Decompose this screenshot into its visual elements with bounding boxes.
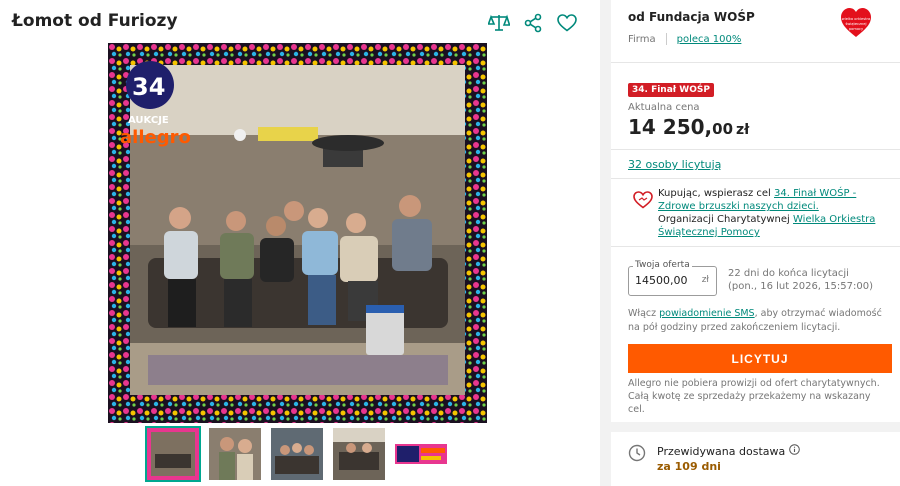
time-left: 22 dni do końca licytacji (pon., 16 lut … bbox=[728, 267, 873, 293]
delivery-label: Przewidywana dostawa bbox=[657, 444, 786, 458]
price-label: Aktualna cena bbox=[628, 102, 700, 113]
page: Łomot od Furiozy 34 AUKCJE allegro od Fu… bbox=[0, 0, 900, 486]
seller-recommend-link[interactable]: poleca 100% bbox=[677, 34, 742, 45]
sms-info: Włącz powiadomienie SMS, aby otrzymać wi… bbox=[628, 307, 883, 335]
charity-info: Kupując, wspierasz cel 34. Finał WOŚP - … bbox=[633, 187, 883, 239]
gallery-panel: Łomot od Furiozy 34 AUKCJE allegro bbox=[0, 0, 600, 486]
thumbnail-5[interactable] bbox=[395, 428, 447, 480]
price-decimal: 00 bbox=[712, 120, 734, 138]
divider bbox=[611, 178, 900, 179]
charity-text-2: Organizacji Charytatywnej bbox=[658, 214, 793, 225]
thumbnail-3[interactable] bbox=[271, 428, 323, 480]
svg-text:pomocy: pomocy bbox=[849, 27, 864, 31]
divider bbox=[665, 33, 667, 45]
seller-logo-text: wielka orkiestra bbox=[842, 17, 870, 21]
commission-note: Allegro nie pobiera prowizji od ofert ch… bbox=[628, 378, 880, 415]
campaign-badge: 34. Finał WOŚP bbox=[628, 83, 714, 97]
bid-button[interactable]: LICYTUJ bbox=[628, 344, 892, 373]
sms-notification-link[interactable]: powiadomienie SMS bbox=[659, 308, 754, 319]
divider bbox=[611, 62, 900, 63]
price-integer: 14 250, bbox=[628, 115, 713, 139]
seller-name[interactable]: od Fundacja WOŚP bbox=[628, 10, 755, 24]
overlay-number: 34 bbox=[132, 73, 165, 101]
svg-text:świątecznej: świątecznej bbox=[846, 22, 867, 26]
bid-currency: zł bbox=[701, 275, 709, 285]
share-icon[interactable] bbox=[522, 12, 544, 34]
heart-icon[interactable] bbox=[556, 12, 578, 34]
thumbnail-strip bbox=[145, 426, 447, 482]
charity-text-1: Kupując, wspierasz cel bbox=[658, 188, 774, 199]
delivery-card: Przewidywana dostawa za 109 dni bbox=[611, 432, 900, 486]
seller-type: Firma bbox=[628, 33, 656, 45]
current-price: 14 250,00 zł bbox=[628, 115, 749, 139]
delivery-label-row: Przewidywana dostawa bbox=[657, 444, 801, 458]
seller-logo[interactable]: wielka orkiestra świątecznej pomocy bbox=[840, 7, 872, 39]
bid-field-legend: Twoja oferta bbox=[633, 260, 692, 270]
thumbnail-1[interactable] bbox=[145, 426, 201, 482]
listing-title: Łomot od Furiozy bbox=[12, 11, 178, 31]
offer-card: od Fundacja WOŚP Firma poleca 100% wielk… bbox=[611, 0, 900, 422]
bidders-link[interactable]: 32 osoby licytują bbox=[628, 158, 721, 171]
delivery-value: za 109 dni bbox=[657, 460, 721, 473]
divider bbox=[611, 149, 900, 150]
auction-end-date: (pon., 16 lut 2026, 15:57:00) bbox=[728, 281, 873, 292]
thumbnail-4[interactable] bbox=[333, 428, 385, 480]
clock-icon bbox=[628, 444, 646, 462]
bid-input[interactable] bbox=[635, 274, 695, 287]
overlay-word: AUKCJE bbox=[128, 115, 169, 126]
overlay-brand: allegro bbox=[120, 127, 191, 148]
time-left-text: 22 dni do końca licytacji bbox=[728, 268, 849, 279]
listing-actions bbox=[488, 12, 578, 34]
divider bbox=[611, 246, 900, 247]
info-icon[interactable] bbox=[789, 444, 801, 458]
bid-field[interactable]: Twoja oferta zł bbox=[628, 260, 717, 296]
thumbnail-2[interactable] bbox=[209, 428, 261, 480]
charity-heart-icon bbox=[633, 191, 653, 209]
seller-meta: Firma poleca 100% bbox=[628, 33, 741, 45]
compare-icon[interactable] bbox=[488, 12, 510, 34]
main-product-image[interactable]: 34 AUKCJE allegro bbox=[108, 43, 487, 423]
price-currency: zł bbox=[736, 122, 750, 138]
sms-prefix: Włącz bbox=[628, 308, 660, 319]
